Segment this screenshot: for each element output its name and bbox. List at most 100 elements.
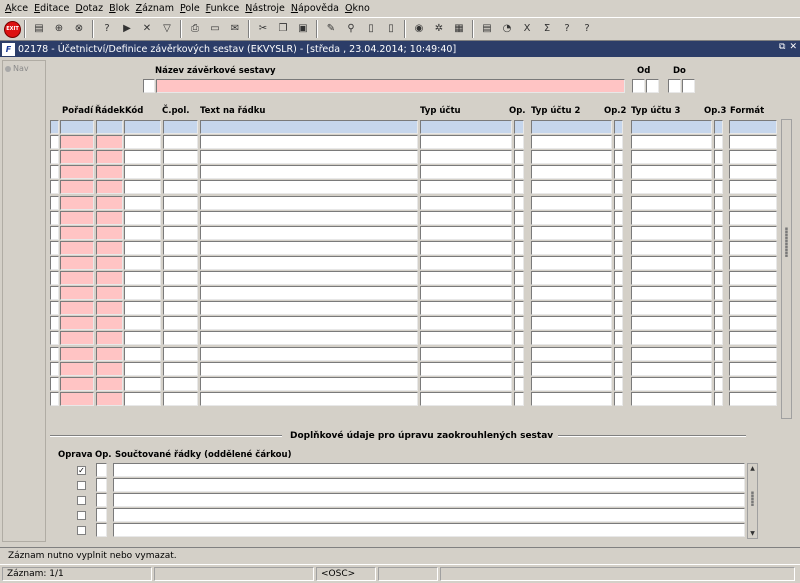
grid-scrollbar[interactable]: ▪ ▪ ▪ ▪ ▪ ▪ ▪ ▪ ▪ ▪ <box>781 119 792 419</box>
row-indicator[interactable] <box>50 241 59 255</box>
cpol-cell[interactable] <box>163 211 198 225</box>
typ-uctu-2-cell[interactable] <box>531 271 612 285</box>
radek-cell[interactable] <box>96 316 123 330</box>
typ-uctu-3-cell[interactable] <box>631 316 712 330</box>
kod-cell[interactable] <box>124 392 161 406</box>
format-cell[interactable] <box>729 120 777 134</box>
op2-cell[interactable] <box>614 211 623 225</box>
text-cell[interactable] <box>200 392 418 406</box>
format-cell[interactable] <box>729 135 777 149</box>
typ-uctu-2-cell[interactable] <box>531 392 612 406</box>
cpol-cell[interactable] <box>163 226 198 240</box>
op3-cell[interactable] <box>714 362 723 376</box>
kod-cell[interactable] <box>124 180 161 194</box>
row-indicator[interactable] <box>50 135 59 149</box>
detail-op-field[interactable] <box>96 493 107 507</box>
typ-uctu-2-cell[interactable] <box>531 377 612 391</box>
name-input[interactable] <box>156 79 625 93</box>
poradi-cell[interactable] <box>60 331 94 345</box>
typ-uctu-2-cell[interactable] <box>531 180 612 194</box>
typ-uctu-cell[interactable] <box>420 301 512 315</box>
op2-cell[interactable] <box>614 301 623 315</box>
op3-cell[interactable] <box>714 196 723 210</box>
poradi-cell[interactable] <box>60 362 94 376</box>
op3-cell[interactable] <box>714 347 723 361</box>
op2-cell[interactable] <box>614 150 623 164</box>
typ-uctu-2-cell[interactable] <box>531 196 612 210</box>
format-cell[interactable] <box>729 180 777 194</box>
op3-cell[interactable] <box>714 150 723 164</box>
kod-cell[interactable] <box>124 362 161 376</box>
typ-uctu-cell[interactable] <box>420 316 512 330</box>
op2-cell[interactable] <box>614 377 623 391</box>
menu-item-5[interactable]: Pole <box>177 0 203 17</box>
detail-scrollbar[interactable]: ▲ ▪ ▪ ▪ ▪ ▪ ▼ <box>747 463 758 539</box>
typ-uctu-2-cell[interactable] <box>531 120 612 134</box>
menu-item-3[interactable]: Blok <box>106 0 132 17</box>
query-icon[interactable]: ? <box>99 21 115 37</box>
typ-uctu-cell[interactable] <box>420 241 512 255</box>
radek-cell[interactable] <box>96 226 123 240</box>
text-cell[interactable] <box>200 362 418 376</box>
typ-uctu-2-cell[interactable] <box>531 256 612 270</box>
menu-item-4[interactable]: Záznam <box>133 0 177 17</box>
soucet-radky-input[interactable] <box>113 463 745 477</box>
cpol-cell[interactable] <box>163 241 198 255</box>
radek-cell[interactable] <box>96 392 123 406</box>
typ-uctu-3-cell[interactable] <box>631 180 712 194</box>
detail-op-field[interactable] <box>96 523 107 537</box>
typ-uctu-cell[interactable] <box>420 331 512 345</box>
radek-cell[interactable] <box>96 256 123 270</box>
format-cell[interactable] <box>729 150 777 164</box>
radek-cell[interactable] <box>96 286 123 300</box>
soucet-radky-input[interactable] <box>113 478 745 492</box>
cpol-cell[interactable] <box>163 301 198 315</box>
poradi-cell[interactable] <box>60 347 94 361</box>
row-indicator[interactable] <box>50 392 59 406</box>
op-cell[interactable] <box>514 316 524 330</box>
row-indicator[interactable] <box>50 347 59 361</box>
typ-uctu-3-cell[interactable] <box>631 392 712 406</box>
op-cell[interactable] <box>514 135 524 149</box>
radek-cell[interactable] <box>96 211 123 225</box>
typ-uctu-3-cell[interactable] <box>631 271 712 285</box>
calculator-icon[interactable]: ▦ <box>451 21 467 37</box>
delete-record-icon[interactable]: ⊗ <box>71 21 87 37</box>
kod-cell[interactable] <box>124 256 161 270</box>
typ-uctu-3-cell[interactable] <box>631 286 712 300</box>
row-indicator[interactable] <box>50 120 59 134</box>
name-record-indicator[interactable] <box>143 79 155 93</box>
typ-uctu-3-cell[interactable] <box>631 165 712 179</box>
radek-cell[interactable] <box>96 377 123 391</box>
op-cell[interactable] <box>514 331 524 345</box>
soucet-radky-input[interactable] <box>113 523 745 537</box>
op3-cell[interactable] <box>714 120 723 134</box>
typ-uctu-3-cell[interactable] <box>631 211 712 225</box>
typ-uctu-cell[interactable] <box>420 196 512 210</box>
from-field-2[interactable] <box>646 79 659 93</box>
cpol-cell[interactable] <box>163 347 198 361</box>
kod-cell[interactable] <box>124 165 161 179</box>
op3-cell[interactable] <box>714 241 723 255</box>
typ-uctu-cell[interactable] <box>420 256 512 270</box>
sum-icon[interactable]: Σ <box>539 21 555 37</box>
op3-cell[interactable] <box>714 301 723 315</box>
detail-op-field[interactable] <box>96 463 107 477</box>
oprava-checkbox[interactable]: ✓ <box>77 466 86 475</box>
radek-cell[interactable] <box>96 196 123 210</box>
kod-cell[interactable] <box>124 120 161 134</box>
cut-icon[interactable]: ✂ <box>255 21 271 37</box>
radek-cell[interactable] <box>96 301 123 315</box>
text-cell[interactable] <box>200 316 418 330</box>
kod-cell[interactable] <box>124 331 161 345</box>
settings-icon[interactable]: ✲ <box>431 21 447 37</box>
kod-cell[interactable] <box>124 316 161 330</box>
text-cell[interactable] <box>200 331 418 345</box>
kod-cell[interactable] <box>124 286 161 300</box>
typ-uctu-cell[interactable] <box>420 135 512 149</box>
typ-uctu-3-cell[interactable] <box>631 256 712 270</box>
cpol-cell[interactable] <box>163 392 198 406</box>
scroll-up-icon[interactable]: ▲ <box>748 464 757 473</box>
text-cell[interactable] <box>200 286 418 300</box>
edit-icon[interactable]: ✎ <box>323 21 339 37</box>
